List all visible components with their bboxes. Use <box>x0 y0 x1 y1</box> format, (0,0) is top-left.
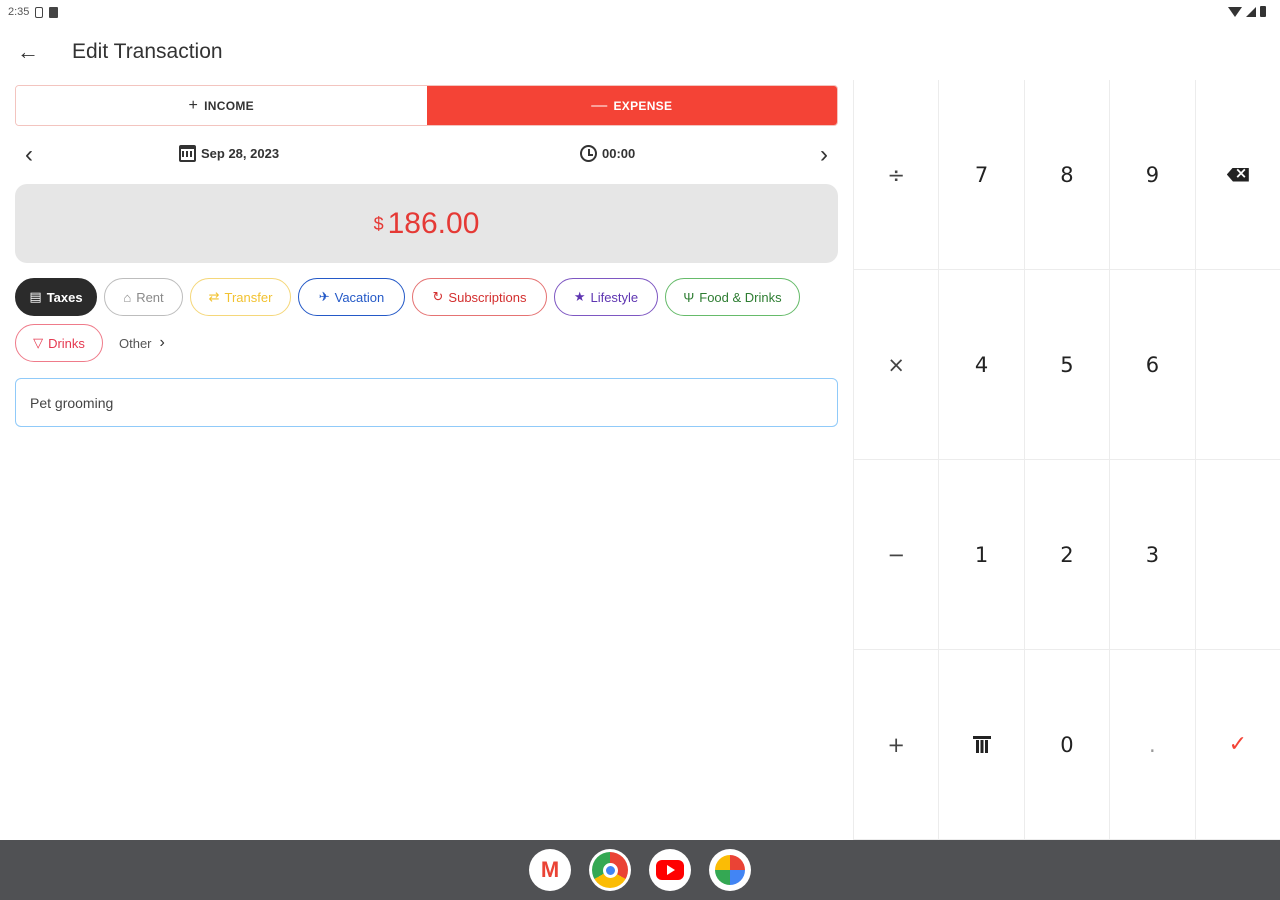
note-value: Pet grooming <box>30 394 114 411</box>
time-picker[interactable]: 00:00 <box>580 145 635 162</box>
transaction-type-toggle: + INCOME — EXPENSE <box>15 85 838 126</box>
key-7[interactable]: 7 <box>938 80 1024 270</box>
other-categories-button[interactable]: Other › <box>119 334 165 352</box>
calendar-icon <box>179 145 196 162</box>
sim-icon <box>35 6 44 18</box>
airplane-icon: ✈ <box>318 289 330 304</box>
expense-button[interactable]: — EXPENSE <box>426 86 837 125</box>
key-1[interactable]: 1 <box>938 460 1024 650</box>
category-chip-subscriptions[interactable]: ↻ Subscriptions <box>412 278 547 316</box>
date-row: ‹ Sep 28, 2023 00:00 › <box>15 138 838 172</box>
chevron-right-icon: › <box>159 334 165 351</box>
status-bar: 2:35 <box>0 0 1280 26</box>
category-label: Food & Drinks <box>699 289 782 305</box>
status-time: 2:35 <box>8 6 30 18</box>
backspace-key[interactable] <box>1194 80 1280 270</box>
key-3[interactable]: 3 <box>1109 460 1195 650</box>
category-label: Lifestyle <box>590 289 639 305</box>
key-6[interactable]: 6 <box>1109 270 1195 460</box>
status-left: 2:35 <box>8 6 59 18</box>
other-label: Other <box>119 335 152 351</box>
utensils-icon: Ψ <box>683 289 695 305</box>
cell-signal-icon <box>1246 6 1256 17</box>
confirm-key[interactable]: ✓ <box>1194 650 1280 840</box>
chrome-logo <box>592 852 628 888</box>
arrow-left-icon: ← <box>17 39 39 64</box>
expense-label: EXPENSE <box>613 98 673 113</box>
decimal-key[interactable]: . <box>1109 650 1195 840</box>
next-day-button[interactable]: › <box>810 141 838 169</box>
date-label: Sep 28, 2023 <box>201 146 280 161</box>
minus-key[interactable]: − <box>853 460 939 650</box>
category-chip-rent[interactable]: ⌂ Rent <box>104 278 183 316</box>
category-label: Rent <box>136 289 164 305</box>
screen: 2:35 ← Edit Transaction + INCOME — EXPEN… <box>0 0 1280 900</box>
youtube-logo <box>656 860 684 880</box>
divide-key[interactable]: ÷ <box>853 80 939 270</box>
category-label: Transfer <box>224 289 273 305</box>
chevron-right-icon: › <box>820 141 828 168</box>
category-chip-vacation[interactable]: ✈ Vacation <box>298 278 405 316</box>
clock-icon <box>580 145 597 162</box>
photos-logo <box>715 855 745 885</box>
delete-key[interactable] <box>938 650 1024 840</box>
transfer-icon: ⇄ <box>208 289 220 304</box>
category-chip-drinks[interactable]: ▽ Drinks <box>15 324 103 362</box>
previous-day-button[interactable]: ‹ <box>15 141 43 169</box>
category-chip-lifestyle[interactable]: ★ Lifestyle <box>554 278 658 316</box>
repeat-icon: ↻ <box>432 289 444 304</box>
backspace-icon <box>1226 167 1249 182</box>
home-icon: ⌂ <box>123 289 132 305</box>
note-input[interactable]: Pet grooming <box>15 378 838 427</box>
chrome-icon[interactable] <box>589 849 631 891</box>
gmail-icon[interactable]: M <box>529 849 571 891</box>
wifi-icon <box>1228 6 1242 17</box>
currency-symbol: $ <box>373 214 384 234</box>
income-button[interactable]: + INCOME <box>16 86 427 125</box>
star-icon: ★ <box>573 289 586 304</box>
category-label: Drinks <box>48 335 85 351</box>
app-bar: ← Edit Transaction <box>0 30 852 74</box>
category-label: Subscriptions <box>448 289 527 305</box>
key-5[interactable]: 5 <box>1023 270 1110 460</box>
status-right <box>1228 6 1266 17</box>
key-8[interactable]: 8 <box>1023 80 1110 270</box>
minus-icon: — <box>591 96 608 114</box>
plus-key[interactable]: + <box>853 650 939 840</box>
date-picker[interactable]: Sep 28, 2023 <box>179 145 279 162</box>
document-icon: ▤ <box>29 289 42 304</box>
key-2[interactable]: 2 <box>1023 460 1110 650</box>
income-label: INCOME <box>204 98 254 113</box>
empty-key <box>1194 270 1280 460</box>
gmail-logo: M <box>540 857 560 882</box>
taskbar: M <box>0 840 1280 900</box>
sd-card-icon <box>49 6 59 18</box>
cocktail-icon: ▽ <box>33 335 44 350</box>
category-label: Vacation <box>334 289 385 305</box>
key-4[interactable]: 4 <box>938 270 1024 460</box>
back-button[interactable]: ← <box>14 38 42 66</box>
category-chip-taxes[interactable]: ▤ Taxes <box>15 278 97 316</box>
time-label: 00:00 <box>602 146 636 161</box>
key-9[interactable]: 9 <box>1109 80 1195 270</box>
chevron-left-icon: ‹ <box>25 141 33 168</box>
multiply-key[interactable]: × <box>853 270 939 460</box>
key-0[interactable]: 0 <box>1023 650 1110 840</box>
page-title: Edit Transaction <box>72 40 223 63</box>
trash-icon <box>972 736 991 753</box>
amount-display: $ 186.00 <box>15 184 838 263</box>
category-label: Taxes <box>46 289 83 305</box>
category-chip-transfer[interactable]: ⇄ Transfer <box>190 278 291 316</box>
battery-icon <box>1260 6 1266 17</box>
empty-key <box>1194 460 1280 650</box>
category-chip-food-drinks[interactable]: Ψ Food & Drinks <box>665 278 800 316</box>
photos-icon[interactable] <box>709 849 751 891</box>
youtube-icon[interactable] <box>649 849 691 891</box>
calculator-keypad: ÷ 7 8 9 × 4 5 6 − 1 2 3 + 0 . ✓ <box>853 80 1280 840</box>
plus-icon: + <box>188 96 199 114</box>
amount-value: 186.00 <box>387 206 480 240</box>
